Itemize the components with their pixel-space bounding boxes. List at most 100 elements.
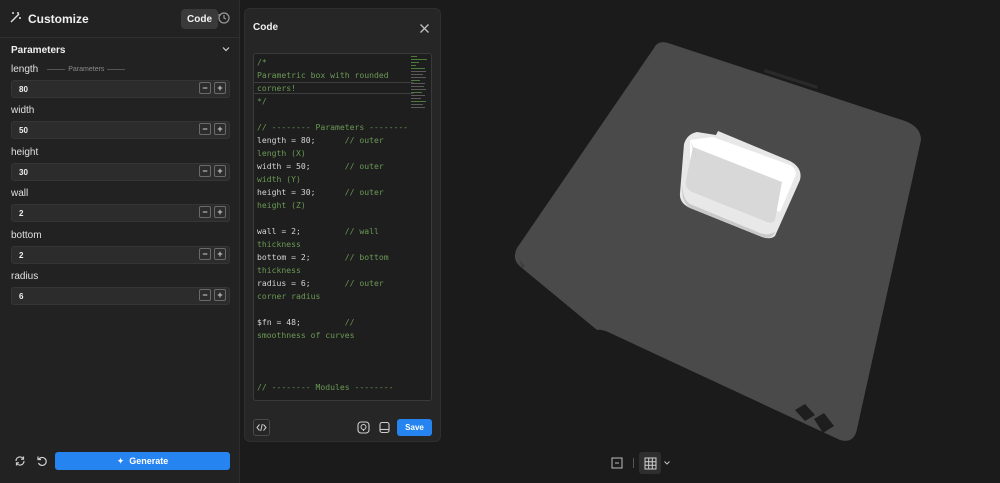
build-plate [514,42,921,441]
quantity-stepper: − + [199,123,226,135]
decrement-button[interactable]: − [199,165,211,177]
param-label: radius [11,270,230,282]
code-brackets-icon[interactable] [253,419,270,436]
quantity-stepper: − + [199,248,226,260]
increment-button[interactable]: + [214,248,226,260]
code-line[interactable]: height (Z) [257,199,407,212]
length-input[interactable]: 80 − + [11,80,230,98]
code-comment: // outer [344,161,384,171]
code-comment: // bottom [344,252,389,262]
decrement-button[interactable]: − [199,82,211,94]
code-line[interactable]: // -------- Parameters -------- [257,121,408,134]
code-line[interactable] [257,108,407,121]
increment-button[interactable]: + [214,123,226,135]
panel-title: Customize [28,11,89,26]
parameters-section-header[interactable]: Parameters [11,43,231,57]
radius-input[interactable]: 6 − + [11,287,230,305]
wall-input[interactable]: 2 − + [11,204,230,222]
param-value[interactable]: 2 [19,251,23,260]
param-label: width [11,104,230,116]
param-value[interactable]: 2 [19,209,23,218]
code-minimap[interactable] [411,56,429,136]
code-token: $fn = 48; [257,317,345,327]
code-line[interactable]: corner radius [257,290,407,303]
code-line[interactable]: /* [257,56,407,69]
panel-layout-icon[interactable] [376,419,393,436]
code-line[interactable]: width (Y) [257,173,407,186]
code-line[interactable]: smoothness of curves [257,329,407,342]
bottom-input[interactable]: 2 − + [11,246,230,264]
param-length: length Parameters 80 − + [11,63,230,98]
code-line[interactable]: length (X) [257,147,407,160]
parameters-heading: Parameters [11,44,66,56]
code-line[interactable] [257,212,407,225]
help-icon[interactable] [355,419,372,436]
param-label: bottom [11,229,230,241]
customize-panel: Customize Code Parameters length Paramete… [0,0,240,483]
code-line[interactable]: length = 80; // outer [257,134,407,147]
decrement-button[interactable]: − [199,289,211,301]
grid-icon[interactable] [639,452,661,474]
close-icon[interactable] [419,21,430,39]
param-label: height [11,146,230,158]
code-line[interactable] [257,342,407,355]
chevron-down-icon[interactable] [221,44,231,57]
code-line[interactable] [257,368,407,381]
code-comment: // outer [344,278,384,288]
param-value[interactable]: 80 [19,85,28,94]
increment-button[interactable]: + [214,289,226,301]
generate-label: Generate [129,456,169,466]
refresh-icon[interactable] [11,453,28,470]
code-line[interactable]: wall = 2; // wall [257,225,407,238]
chevron-down-icon[interactable] [661,452,673,474]
quantity-stepper: − + [199,165,226,177]
generate-button[interactable]: ✦ Generate [55,452,230,470]
param-label: length Parameters [11,63,230,75]
param-radius: radius 6 − + [11,270,230,305]
width-input[interactable]: 50 − + [11,121,230,139]
code-line[interactable]: width = 50; // outer [257,160,407,173]
param-bottom: bottom 2 − + [11,229,230,264]
code-line[interactable]: thickness [257,264,407,277]
code-line[interactable]: thickness [257,238,407,251]
reset-icon[interactable] [33,453,50,470]
code-line[interactable]: */ [257,95,407,108]
param-value[interactable]: 50 [19,126,28,135]
decrement-button[interactable]: − [199,123,211,135]
quantity-stepper: − + [199,206,226,218]
param-width: width 50 − + [11,104,230,139]
code-line[interactable]: height = 30; // outer [257,186,407,199]
code-line[interactable] [257,355,407,368]
code-line[interactable]: bottom = 2; // bottom [257,251,407,264]
param-label: wall [11,187,230,199]
3d-scene[interactable] [442,0,1000,483]
code-panel-title: Code [253,22,278,33]
code-editor[interactable]: /* Parametric box with rounded corners! */ /… [253,53,432,401]
code-text[interactable]: /* Parametric box with rounded corners! */ /… [257,56,408,394]
toolbar-divider [633,458,634,468]
code-comment: // outer [344,135,384,145]
code-line[interactable]: corners! [257,82,407,95]
decrement-button[interactable]: − [199,206,211,218]
increment-button[interactable]: + [214,82,226,94]
code-line[interactable]: $fn = 48; // [257,316,407,329]
decrement-button[interactable]: − [199,248,211,260]
code-line[interactable] [257,303,407,316]
param-value[interactable]: 6 [19,292,23,301]
history-icon[interactable] [217,11,231,30]
param-label-text: wall [11,187,29,199]
code-comment: // wall [344,226,379,236]
increment-button[interactable]: + [214,206,226,218]
param-value[interactable]: 30 [19,168,28,177]
height-input[interactable]: 30 − + [11,163,230,181]
save-button[interactable]: Save [397,419,432,436]
zoom-out-icon[interactable] [606,452,628,474]
code-line[interactable]: Parametric box with rounded [257,69,407,82]
code-line[interactable]: radius = 6; // outer [257,277,407,290]
code-toggle-button[interactable]: Code [181,9,218,29]
increment-button[interactable]: + [214,165,226,177]
3d-viewport[interactable] [442,0,1000,483]
param-label-text: height [11,146,39,158]
customize-footer: ✦ Generate [11,452,231,470]
code-line[interactable]: // -------- Modules -------- [257,381,407,394]
